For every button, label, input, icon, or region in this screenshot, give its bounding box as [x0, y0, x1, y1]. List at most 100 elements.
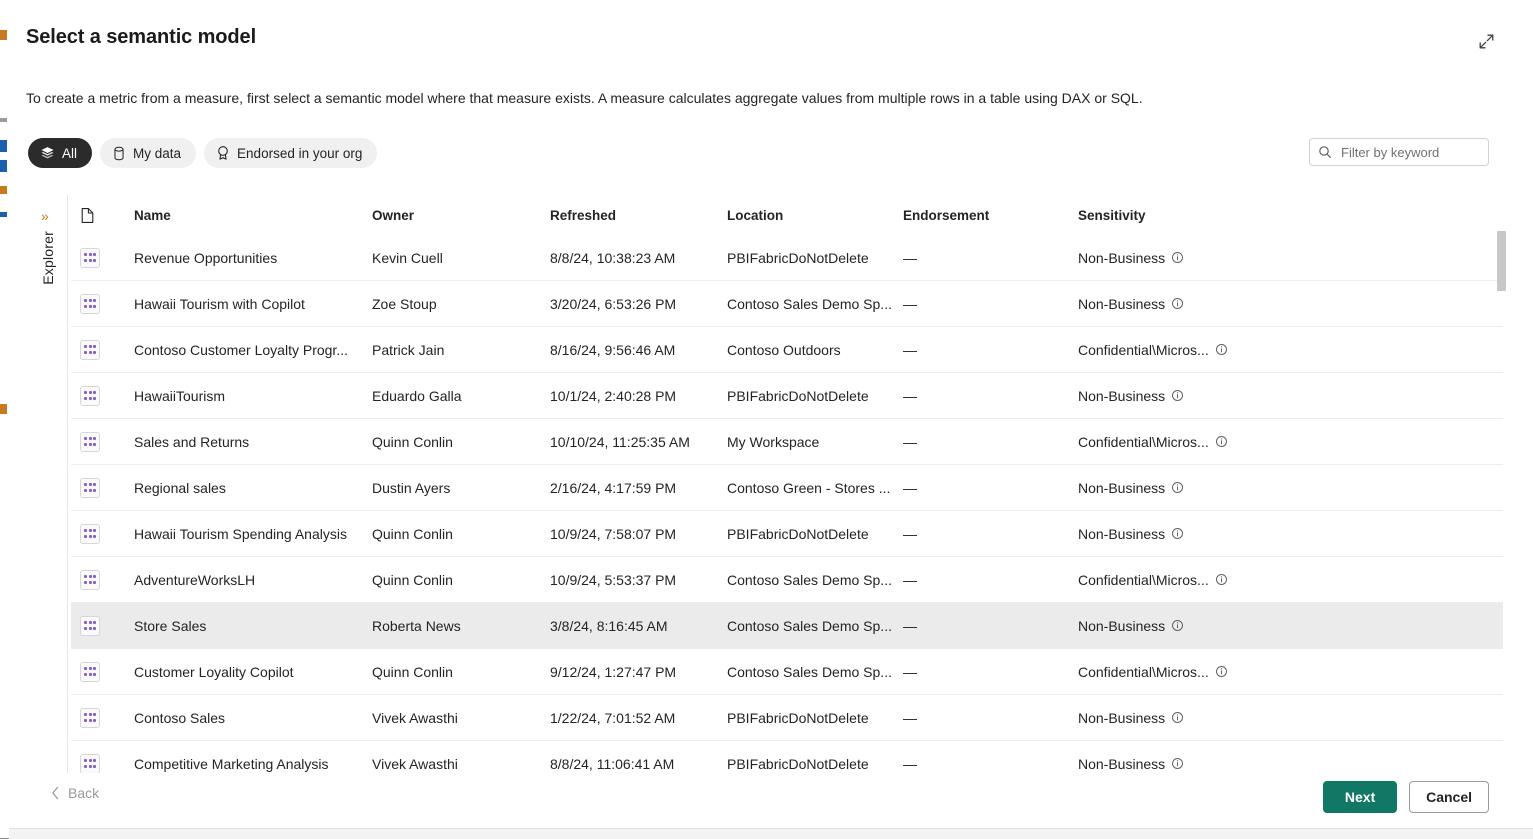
cancel-button[interactable]: Cancel — [1409, 781, 1489, 813]
cell-location: PBIFabricDoNotDelete — [727, 709, 869, 726]
cell-owner: Patrick Jain — [372, 341, 445, 358]
search-input[interactable] — [1339, 143, 1480, 161]
table-row[interactable]: Contoso Customer Loyalty Progr... Patrick… — [71, 327, 1503, 373]
table-row[interactable]: Regional sales Dustin Ayers 2/16/24, 4:17:… — [71, 465, 1503, 511]
info-circle-icon[interactable] — [1171, 251, 1184, 264]
award-badge-icon — [216, 145, 230, 161]
cell-endorsement: — — [903, 433, 917, 450]
cell-sensitivity: Confidential\Micros... — [1078, 341, 1209, 358]
table-row[interactable]: Hawaii Tourism with Copilot Zoe Stoup 3/20… — [71, 281, 1503, 327]
bg-chip — [0, 160, 7, 172]
explorer-label: Explorer — [40, 231, 56, 285]
back-button[interactable]: Back — [51, 785, 99, 801]
cell-sensitivity: Non-Business — [1078, 479, 1166, 496]
info-circle-icon[interactable] — [1171, 389, 1184, 402]
cell-refreshed: 10/1/24, 2:40:28 PM — [550, 387, 677, 404]
cell-refreshed: 8/8/24, 11:06:41 AM — [550, 755, 675, 772]
semantic-model-icon — [80, 569, 134, 590]
table-row[interactable]: Revenue Opportunities Kevin Cuell 8/8/24, … — [71, 235, 1503, 281]
document-icon — [80, 207, 134, 224]
column-header-name[interactable]: Name — [134, 208, 372, 223]
cell-endorsement: — — [903, 387, 917, 404]
cell-endorsement: — — [903, 709, 917, 726]
filter-pill-group: All My data Endorsed in your org — [28, 138, 378, 168]
dialog-description: To create a metric from a measure, first… — [26, 90, 1143, 106]
table-vertical-scrollbar[interactable] — [1496, 195, 1507, 773]
info-circle-icon[interactable] — [1215, 665, 1228, 678]
info-circle-icon[interactable] — [1171, 619, 1184, 632]
table-scrollbar-thumb[interactable] — [1497, 231, 1506, 291]
table-row[interactable]: Customer Loyality Copilot Quinn Conlin 9/1… — [71, 649, 1503, 695]
table-row[interactable]: Store Sales Roberta News 3/8/24, 8:16:45 A… — [71, 603, 1503, 649]
cell-location: Contoso Green - Stores ... — [727, 479, 891, 496]
semantic-model-icon — [80, 523, 134, 544]
filter-pill-endorsed[interactable]: Endorsed in your org — [204, 138, 378, 168]
filter-pill-all-label: All — [62, 145, 78, 161]
cell-location: PBIFabricDoNotDelete — [727, 249, 869, 266]
cell-location: Contoso Outdoors — [727, 341, 841, 358]
cell-refreshed: 9/12/24, 1:27:47 PM — [550, 663, 677, 680]
semantic-model-icon — [80, 753, 134, 773]
bg-chip — [0, 30, 7, 40]
info-circle-icon[interactable] — [1215, 343, 1228, 356]
cell-owner: Vivek Awasthi — [372, 709, 458, 726]
cell-sensitivity: Confidential\Micros... — [1078, 571, 1209, 588]
cell-name: Revenue Opportunities — [134, 249, 278, 266]
semantic-model-icon — [80, 707, 134, 728]
column-header-refreshed[interactable]: Refreshed — [550, 208, 727, 223]
column-header-endorsement[interactable]: Endorsement — [903, 208, 1078, 223]
filter-pill-my-data[interactable]: My data — [100, 138, 197, 168]
cell-refreshed: 2/16/24, 4:17:59 PM — [550, 479, 677, 496]
semantic-model-table: Name Owner Refreshed Location Endorsemen… — [71, 195, 1503, 773]
dialog-title: Select a semantic model — [26, 26, 257, 48]
cell-sensitivity: Non-Business — [1078, 249, 1166, 266]
chevron-double-right-icon[interactable]: » — [41, 209, 49, 223]
cell-endorsement: — — [903, 249, 917, 266]
filter-pill-endorsed-label: Endorsed in your org — [237, 145, 363, 161]
info-circle-icon[interactable] — [1171, 757, 1184, 770]
table-row[interactable]: Hawaii Tourism Spending Analysis Quinn Co… — [71, 511, 1503, 557]
cell-owner: Quinn Conlin — [372, 571, 453, 588]
cell-endorsement: — — [903, 755, 917, 772]
info-circle-icon[interactable] — [1171, 711, 1184, 724]
back-button-label: Back — [68, 785, 100, 801]
table-row[interactable]: HawaiiTourism Eduardo Galla 10/1/24, 2:40:… — [71, 373, 1503, 419]
cell-sensitivity: Confidential\Micros... — [1078, 433, 1209, 450]
info-circle-icon[interactable] — [1215, 573, 1228, 586]
table-row[interactable]: Competitive Marketing Analysis Vivek Awas… — [71, 741, 1503, 773]
cell-name: Contoso Customer Loyalty Progr... — [134, 341, 348, 358]
cell-refreshed: 8/8/24, 10:38:23 AM — [550, 249, 676, 266]
table-row[interactable]: AdventureWorksLH Quinn Conlin 10/9/24, 5:5… — [71, 557, 1503, 603]
semantic-model-icon — [80, 293, 134, 314]
column-header-location[interactable]: Location — [727, 208, 903, 223]
column-header-owner[interactable]: Owner — [372, 208, 550, 223]
table-header-row: Name Owner Refreshed Location Endorsemen… — [71, 195, 1503, 235]
cell-sensitivity: Non-Business — [1078, 387, 1166, 404]
info-circle-icon[interactable] — [1171, 481, 1184, 494]
cell-owner: Vivek Awasthi — [372, 755, 458, 772]
cell-endorsement: — — [903, 571, 917, 588]
cell-name: HawaiiTourism — [134, 387, 226, 404]
cell-endorsement: — — [903, 479, 917, 496]
cell-sensitivity: Confidential\Micros... — [1078, 663, 1209, 680]
cell-endorsement: — — [903, 341, 917, 358]
explorer-panel-rail[interactable]: » Explorer — [36, 195, 68, 773]
next-button[interactable]: Next — [1323, 781, 1398, 813]
table-row[interactable]: Contoso Sales Vivek Awasthi 1/22/24, 7:01:… — [71, 695, 1503, 741]
cell-location: PBIFabricDoNotDelete — [727, 755, 869, 772]
dialog-footer: Back Next Cancel — [9, 773, 1533, 828]
info-circle-icon[interactable] — [1171, 297, 1184, 310]
filter-search-box[interactable] — [1309, 138, 1489, 166]
info-circle-icon[interactable] — [1215, 435, 1228, 448]
info-circle-icon[interactable] — [1171, 527, 1184, 540]
cell-refreshed: 1/22/24, 7:01:52 AM — [550, 709, 676, 726]
table-row[interactable]: Sales and Returns Quinn Conlin 10/10/24, 1… — [71, 419, 1503, 465]
column-header-sensitivity[interactable]: Sensitivity — [1078, 208, 1146, 223]
expand-diagonal-icon[interactable] — [1473, 28, 1499, 54]
cell-name: Sales and Returns — [134, 433, 250, 450]
cell-endorsement: — — [903, 663, 917, 680]
cell-name: Store Sales — [134, 617, 207, 634]
cell-endorsement: — — [903, 295, 917, 312]
cell-refreshed: 10/9/24, 7:58:07 PM — [550, 525, 677, 542]
filter-pill-all[interactable]: All — [28, 138, 93, 168]
